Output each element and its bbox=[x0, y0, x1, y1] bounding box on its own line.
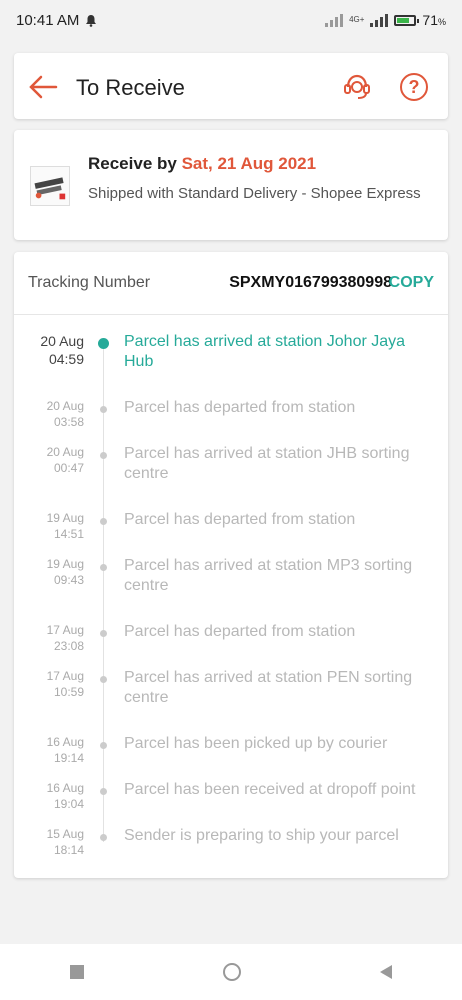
event-description: Sender is preparing to ship your parcel bbox=[124, 827, 399, 844]
event-datetime: 16 Aug 19:04 bbox=[28, 780, 84, 812]
event-description: Parcel has arrived at station PEN sortin… bbox=[124, 669, 413, 706]
receive-by-line: Receive by Sat, 21 Aug 2021 bbox=[88, 154, 316, 174]
timeline-dot-icon bbox=[98, 338, 109, 349]
delivery-card: Receive by Sat, 21 Aug 2021 Shipped with… bbox=[14, 130, 448, 240]
event-time: 19:04 bbox=[53, 797, 84, 811]
event-date: 20 Aug bbox=[40, 333, 84, 349]
signal-icon bbox=[325, 13, 344, 27]
tracking-number-value: SPXMY016799380998 bbox=[229, 274, 392, 291]
event-datetime: 19 Aug 14:51 bbox=[28, 510, 84, 542]
copy-button[interactable]: COPY bbox=[389, 274, 434, 292]
event-datetime: 17 Aug 23:08 bbox=[28, 622, 84, 654]
event-datetime: 20 Aug 04:59 bbox=[28, 332, 84, 368]
recent-apps-icon[interactable] bbox=[69, 965, 84, 979]
status-left: 10:41 AM bbox=[16, 12, 97, 29]
network-type: 4G+ bbox=[349, 15, 365, 24]
timeline-dot-icon bbox=[100, 742, 107, 749]
event-datetime: 19 Aug 09:43 bbox=[28, 556, 84, 588]
event-description: Parcel has arrived at station Johor Jaya… bbox=[124, 333, 406, 370]
status-time: 10:41 AM bbox=[16, 11, 80, 29]
home-icon[interactable] bbox=[222, 963, 241, 981]
customer-support-icon[interactable] bbox=[342, 71, 372, 101]
timeline-dot-icon bbox=[100, 788, 107, 795]
event-date: 20 Aug bbox=[46, 445, 84, 459]
timeline-line bbox=[103, 342, 104, 842]
event-datetime: 16 Aug 19:14 bbox=[28, 734, 84, 766]
event-date: 16 Aug bbox=[46, 781, 84, 795]
product-thumbnail bbox=[30, 166, 70, 206]
event-description: Parcel has departed from station bbox=[124, 623, 356, 640]
receive-by-label: Receive by bbox=[88, 154, 182, 173]
timeline-dot-icon bbox=[100, 518, 107, 525]
shipping-method: Shipped with Standard Delivery - Shopee … bbox=[88, 185, 421, 202]
timeline-dot-icon bbox=[100, 834, 107, 841]
back-nav-icon[interactable] bbox=[380, 965, 393, 979]
timeline-dot-icon bbox=[100, 452, 107, 459]
event-time: 19:14 bbox=[53, 751, 84, 765]
tracking-number-row: Tracking Number SPXMY016799380998 COPY bbox=[14, 252, 448, 315]
timeline-dot-icon bbox=[100, 630, 107, 637]
timeline-dot-icon bbox=[100, 564, 107, 571]
timeline-dot-icon bbox=[100, 676, 107, 683]
event-time: 14:51 bbox=[53, 527, 84, 541]
event-description: Parcel has been picked up by courier bbox=[124, 735, 388, 752]
event-date: 16 Aug bbox=[46, 735, 84, 749]
event-date: 17 Aug bbox=[46, 623, 84, 637]
status-bar: 10:41 AM 4G+ 71% bbox=[0, 0, 462, 40]
event-date: 20 Aug bbox=[46, 399, 84, 413]
receive-date: Sat, 21 Aug 2021 bbox=[181, 154, 317, 173]
battery-level: 71% bbox=[422, 12, 446, 28]
event-date: 19 Aug bbox=[46, 511, 84, 525]
event-time: 23:08 bbox=[53, 639, 84, 653]
event-datetime: 15 Aug 18:14 bbox=[28, 826, 84, 858]
notification-bell-icon bbox=[86, 14, 97, 27]
page-title: To Receive bbox=[76, 75, 185, 100]
event-time: 18:14 bbox=[53, 843, 84, 857]
event-datetime: 20 Aug 03:58 bbox=[28, 398, 84, 430]
event-date: 17 Aug bbox=[46, 669, 84, 683]
event-datetime: 20 Aug 00:47 bbox=[28, 444, 84, 476]
help-icon[interactable]: ? bbox=[400, 73, 428, 101]
event-time: 00:47 bbox=[53, 461, 84, 475]
battery-icon bbox=[394, 14, 420, 26]
event-time: 03:58 bbox=[53, 415, 84, 429]
status-right: 4G+ 71% bbox=[325, 12, 446, 28]
event-time: 09:43 bbox=[53, 573, 84, 587]
back-arrow-icon[interactable] bbox=[28, 73, 58, 101]
event-description: Parcel has arrived at station MP3 sortin… bbox=[124, 557, 413, 594]
timeline-dot-icon bbox=[100, 406, 107, 413]
tracking-card: Tracking Number SPXMY016799380998 COPY 2… bbox=[14, 252, 448, 878]
system-nav-bar bbox=[0, 944, 462, 1000]
event-time: 10:59 bbox=[53, 685, 84, 699]
tracking-number-label: Tracking Number bbox=[28, 274, 151, 291]
event-description: Parcel has been received at dropoff poin… bbox=[124, 781, 416, 798]
header-card: To Receive ? bbox=[14, 53, 448, 119]
event-time: 04:59 bbox=[48, 351, 84, 367]
event-description: Parcel has arrived at station JHB sortin… bbox=[124, 445, 410, 482]
signal-strength-icon bbox=[370, 13, 389, 27]
event-datetime: 17 Aug 10:59 bbox=[28, 668, 84, 700]
event-date: 15 Aug bbox=[46, 827, 84, 841]
event-date: 19 Aug bbox=[46, 557, 84, 571]
event-description: Parcel has departed from station bbox=[124, 399, 356, 416]
event-description: Parcel has departed from station bbox=[124, 511, 356, 528]
